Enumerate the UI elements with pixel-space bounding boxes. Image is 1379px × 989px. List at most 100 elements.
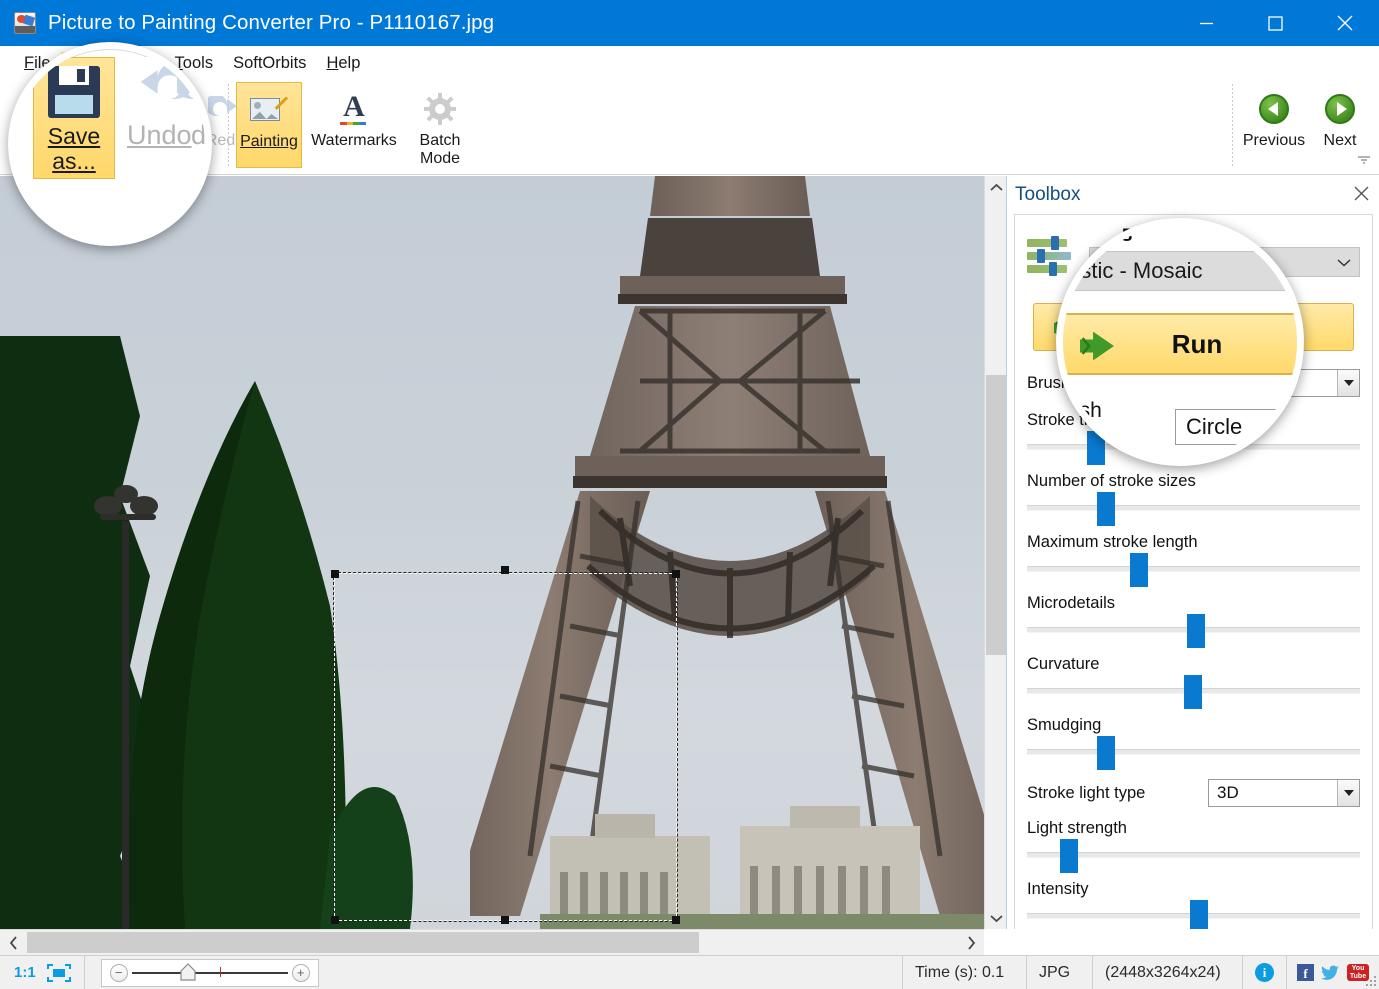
microdetails-slider[interactable] [1027, 627, 1360, 633]
selection-handle-s[interactable] [501, 916, 509, 924]
status-bar: 1:1 − + Time (s): 0.1 [0, 955, 1379, 989]
stroke-light-type-label: Stroke light type [1027, 784, 1145, 803]
light-strength-slider[interactable] [1027, 852, 1360, 858]
maximum-stroke-length-slider[interactable] [1027, 566, 1360, 572]
window-controls [1172, 0, 1379, 46]
magnified-brush-shape-combobox[interactable]: Circle [1175, 409, 1304, 445]
green-double-arrow-icon [1073, 329, 1121, 370]
slider-thumb[interactable] [1184, 675, 1202, 709]
menu-bar: File Edit View Tools SoftOrbits Help [0, 46, 1379, 80]
minus-icon[interactable]: − [110, 964, 128, 982]
curvature-slider[interactable] [1027, 688, 1360, 694]
canvas-vertical-scrollbar[interactable] [984, 176, 1006, 929]
toolbox-header: Toolbox [1007, 176, 1379, 214]
selection-handle-se[interactable] [672, 916, 680, 924]
twitter-icon[interactable] [1321, 965, 1340, 981]
batch-mode-label-line1: Batch [420, 132, 461, 150]
format-cell: JPG [1027, 956, 1093, 989]
next-label: Next [1324, 132, 1357, 150]
selection-handle-ne[interactable] [672, 570, 680, 578]
eiffel-tower-photo [0, 176, 984, 929]
slider-thumb[interactable] [1130, 553, 1148, 587]
info-cell[interactable]: i [1243, 956, 1287, 989]
dimensions-label: (2448x3264x24) [1105, 964, 1221, 982]
minimize-icon[interactable] [1172, 0, 1241, 46]
canvas-horizontal-scrollbar[interactable] [0, 929, 984, 955]
next-button[interactable]: Next [1312, 82, 1368, 152]
close-icon[interactable] [1310, 0, 1379, 46]
plus-icon[interactable]: + [292, 964, 310, 982]
stroke-light-type-value: 3D [1217, 783, 1239, 803]
batch-mode-button[interactable]: Batch Mode [404, 82, 476, 170]
magnified-preset-combobox[interactable]: rtistic - Mosaic [1056, 251, 1304, 291]
menu-item-softorbits[interactable]: SoftOrbits [223, 52, 316, 75]
menu-item-help[interactable]: Help [316, 52, 370, 75]
chevron-up-icon[interactable] [985, 176, 1007, 198]
zoom-slider[interactable]: − + [101, 959, 319, 987]
toolbar-magnifier-lens: Add e(s)... Save as... Undo [8, 42, 212, 246]
magnified-preset-value: rtistic - Mosaic [1062, 258, 1203, 284]
menu-label-help-rest: elp [338, 54, 360, 72]
magnified-add-files-line2: e(s)... [8, 138, 17, 163]
previous-button[interactable]: Previous [1240, 82, 1308, 152]
intensity-slider[interactable] [1027, 913, 1360, 919]
processing-time-cell: Time (s): 0.1 [902, 956, 1027, 989]
microdetails-label: Microdetails [1027, 594, 1360, 613]
slider-thumb[interactable] [1190, 900, 1208, 929]
magnified-run-button[interactable]: Run [1056, 313, 1304, 375]
gear-icon [424, 86, 456, 132]
window-title: Picture to Painting Converter Pro - P111… [48, 11, 494, 35]
resize-grip-icon[interactable] [1364, 974, 1376, 986]
dimensions-cell: (2448x3264x24) [1093, 956, 1243, 989]
green-right-arrow-icon [1325, 86, 1355, 132]
intensity-label: Intensity [1027, 880, 1360, 899]
close-icon[interactable] [1354, 186, 1369, 206]
slider-thumb[interactable] [1187, 614, 1205, 648]
vertical-scroll-thumb[interactable] [986, 375, 1006, 655]
zoom-track[interactable] [132, 972, 288, 974]
slider-thumb[interactable] [1097, 492, 1115, 526]
zoom-home-marker-icon[interactable] [180, 963, 196, 986]
chevron-down-icon[interactable] [985, 907, 1007, 929]
watermarks-button[interactable]: A Watermarks [304, 82, 404, 152]
picture-painting-app-icon [14, 12, 36, 34]
magnified-circle-value: Circle [1186, 414, 1242, 440]
zoom-ratio-cell[interactable]: 1:1 [0, 956, 85, 989]
selection-handle-sw[interactable] [331, 916, 339, 924]
selection-rectangle[interactable] [334, 573, 677, 921]
slider-thumb[interactable] [1097, 736, 1115, 770]
dropdown-arrow-icon[interactable] [1337, 370, 1359, 396]
stroke-light-type-row: Stroke light type 3D [1027, 779, 1360, 807]
dropdown-arrow-icon[interactable] [1337, 780, 1359, 806]
format-label: JPG [1039, 964, 1070, 982]
info-icon[interactable]: i [1255, 963, 1274, 982]
chevron-right-icon[interactable] [958, 930, 984, 955]
painting-label: Painting [240, 133, 298, 151]
slider-thumb[interactable] [1060, 839, 1078, 873]
green-left-arrow-icon [1259, 86, 1289, 132]
magnified-save-as-button[interactable]: Save as... [33, 57, 115, 179]
painting-button[interactable]: Painting [236, 82, 302, 168]
horizontal-scroll-thumb[interactable] [27, 932, 699, 953]
chevron-left-icon[interactable] [0, 930, 26, 955]
number-of-stroke-sizes-label: Number of stroke sizes [1027, 472, 1360, 491]
maximize-icon[interactable] [1241, 0, 1310, 46]
selection-handle-nw[interactable] [331, 570, 339, 578]
ribbon-separator-1 [228, 84, 229, 168]
facebook-icon[interactable]: f [1297, 964, 1314, 981]
stroke-light-type-combobox[interactable]: 3D [1208, 779, 1360, 807]
number-of-stroke-sizes-slider[interactable] [1027, 505, 1360, 511]
curvature-block: Curvature [1027, 655, 1360, 694]
zoom-slider-cell: − + [85, 956, 331, 989]
magnified-save-line2: as... [38, 149, 110, 174]
fit-to-screen-icon[interactable] [46, 963, 72, 983]
run-button-magnifier-lens: Pres rtistic - Mosaic Run Brush e Stroke… [1056, 218, 1304, 466]
smudging-slider[interactable] [1027, 749, 1360, 755]
selection-handle-n[interactable] [501, 566, 509, 574]
ribbon-expand-icon[interactable] [1357, 153, 1371, 168]
light-strength-block: Light strength [1027, 819, 1360, 858]
magnified-run-label: Run [1172, 329, 1223, 360]
batch-mode-label-line2: Mode [420, 150, 460, 168]
image-canvas[interactable] [0, 176, 1006, 929]
zoom-ratio-label: 1:1 [14, 964, 36, 981]
